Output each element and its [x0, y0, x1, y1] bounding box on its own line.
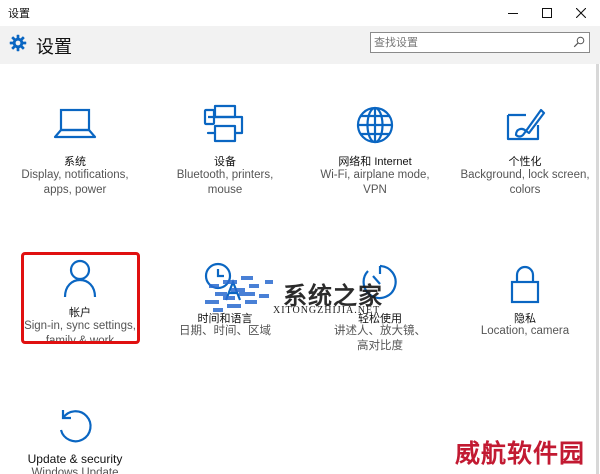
- tile-privacy[interactable]: 隐私 Location, camera: [460, 262, 590, 346]
- window-title: 设置: [8, 8, 30, 20]
- tile-network[interactable]: 网络和 Internet Wi-Fi, airplane mode, VPN: [310, 100, 440, 200]
- tile-time-language[interactable]: 时间和语言 日期、时间、区域: [160, 262, 290, 346]
- close-button[interactable]: [564, 0, 598, 26]
- close-icon: [576, 8, 586, 18]
- tile-system-name: 系统: [64, 156, 86, 168]
- title-bar: 设置: [0, 0, 600, 26]
- tile-update-security-desc: Windows Update: [31, 467, 119, 474]
- maximize-icon: [542, 8, 552, 18]
- tile-update-security-name: Update & security: [27, 452, 123, 466]
- tile-personalization-desc: Background, lock screen, colors: [460, 169, 590, 196]
- tile-accounts-name: 帐户: [69, 307, 91, 319]
- tile-privacy-desc: Location, camera: [480, 325, 570, 337]
- watermark-site-en: XITONGZHIJIA.NET: [273, 305, 381, 316]
- page-title: 设置: [36, 37, 72, 57]
- tile-accounts[interactable]: 帐户 Sign-in, sync settings, family & work: [15, 258, 145, 342]
- person-icon: [63, 259, 97, 298]
- tile-devices-name: 设备: [214, 156, 236, 168]
- tile-system-desc: Display, notifications, apps, power: [21, 169, 129, 196]
- paintbrush-icon: [506, 108, 546, 141]
- update-icon: [59, 410, 92, 443]
- globe-icon: [356, 106, 394, 144]
- printer-icon: [203, 104, 244, 143]
- tile-devices-desc: Bluetooth, printers, mouse: [176, 169, 274, 196]
- tile-network-name: 网络和 Internet: [338, 156, 412, 168]
- lock-icon: [510, 265, 540, 304]
- tile-time-language-desc: 日期、时间、区域: [179, 325, 271, 337]
- watermark-bottom: 威航软件园: [455, 439, 586, 468]
- tile-personalization[interactable]: 个性化 Background, lock screen, colors: [460, 100, 590, 200]
- laptop-icon: [53, 108, 97, 139]
- search-icon[interactable]: [573, 36, 585, 48]
- header: 设置: [0, 26, 600, 64]
- search-box[interactable]: [370, 32, 590, 53]
- clock-language-icon: [204, 262, 242, 301]
- minimize-icon: [508, 13, 518, 14]
- tile-personalization-name: 个性化: [508, 156, 542, 168]
- tile-accounts-desc: Sign-in, sync settings, family & work: [24, 320, 136, 341]
- search-input[interactable]: [374, 34, 564, 51]
- tile-system[interactable]: 系统 Display, notifications, apps, power: [10, 100, 140, 200]
- tile-update-security[interactable]: Update & security Windows Update: [10, 404, 140, 474]
- scrollbar[interactable]: [596, 64, 599, 474]
- tile-devices[interactable]: 设备 Bluetooth, printers, mouse: [160, 100, 290, 200]
- maximize-button[interactable]: [530, 0, 564, 26]
- tile-ease-of-access-desc: 讲述人、放大镜、高对比度: [334, 325, 426, 352]
- tile-network-desc: Wi-Fi, airplane mode, VPN: [320, 169, 430, 196]
- gear-icon: [9, 34, 27, 52]
- minimize-button[interactable]: [496, 0, 530, 26]
